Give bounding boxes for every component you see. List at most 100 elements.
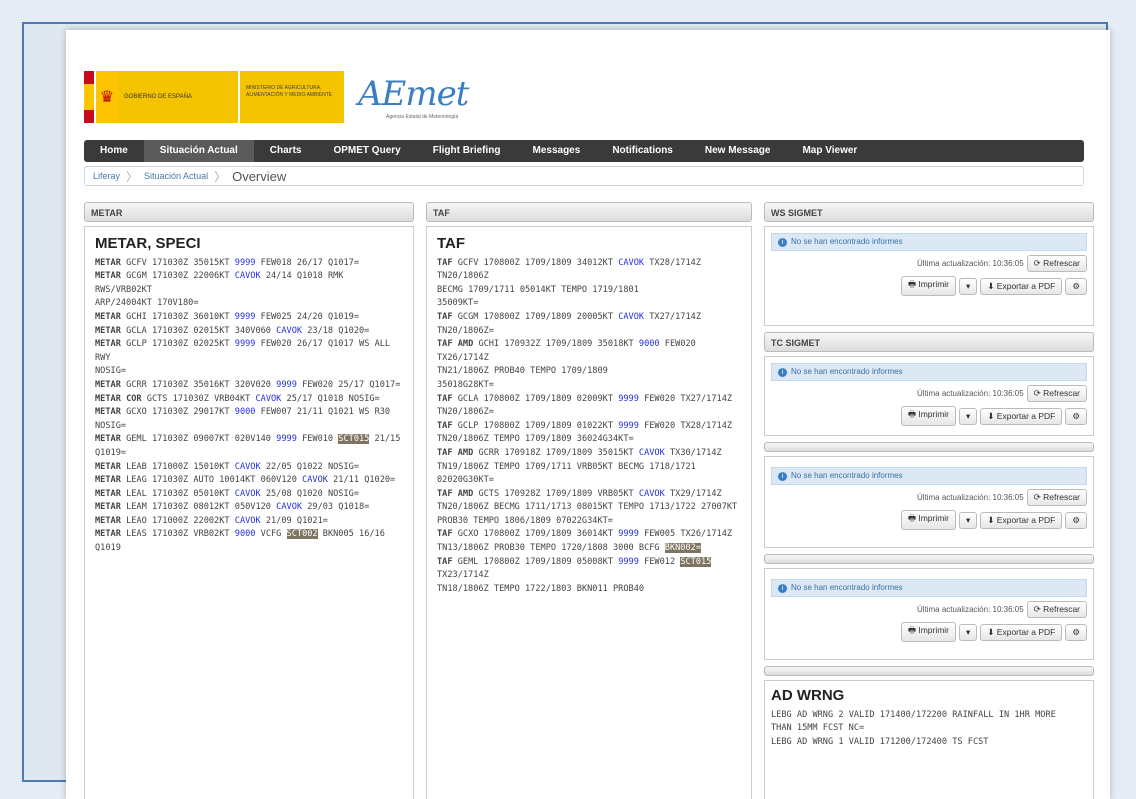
taf-line: TAF GCFV 170800Z 1709/1809 34012KT CAVOK… — [437, 257, 741, 284]
taf-line: TAF AMD GCTS 170928Z 1709/1809 VRB05KT C… — [437, 488, 741, 502]
ws-sigmet-panel: WS SIGMET i No se han encontrado informes… — [764, 202, 1094, 326]
refresh-button[interactable]: ⟳ Refrescar — [1026, 601, 1087, 618]
report-token: 24/14 — [265, 271, 292, 282]
report-token: TX27/1714Z — [649, 311, 701, 322]
taf-line: TN13/1806Z PROB30 TEMPO 1720/1808 3000 B… — [437, 542, 741, 556]
report-token: TAF — [437, 447, 453, 458]
breadcrumb-liferay[interactable]: Liferay — [93, 171, 120, 181]
report-token: 34012KT — [576, 257, 613, 268]
report-token: 02025KT — [193, 339, 230, 350]
report-token: LEAB — [126, 461, 147, 472]
report-token: Q1017= — [327, 257, 359, 268]
report-token: GEML — [457, 556, 479, 567]
report-token: TEMPO — [618, 502, 645, 513]
report-token: AMD — [457, 339, 474, 350]
taf-line: BECMG 1709/1711 05014KT TEMPO 1719/1801 — [437, 284, 741, 298]
settings-icon[interactable]: ⚙ — [1065, 623, 1087, 641]
report-token: METAR — [95, 461, 121, 472]
report-token: 9999 — [618, 556, 639, 567]
nav-map-viewer[interactable]: Map Viewer — [786, 140, 873, 162]
report-token: 171000Z — [151, 461, 189, 472]
report-token: Q1022 — [296, 461, 323, 472]
report-token: AUTO — [193, 475, 215, 486]
report-token: 05014KT — [519, 284, 557, 295]
report-token: GCRR — [478, 447, 500, 458]
metar-header: METAR — [84, 202, 414, 222]
report-token: 171030Z — [151, 502, 189, 513]
ad-wrng-line: LEBG AD WRNG 1 VALID 171200/172400 TS FC… — [771, 736, 1087, 750]
report-token: TN20/1806Z — [437, 271, 489, 282]
report-token: CAVOK — [255, 393, 282, 404]
refresh-button[interactable]: ⟳ Refrescar — [1026, 255, 1087, 272]
report-token: TEMPO — [493, 461, 520, 472]
refresh-button[interactable]: ⟳ Refrescar — [1026, 489, 1087, 506]
taf-line: TAF GCLA 170800Z 1709/1809 02009KT 9999 … — [437, 393, 741, 407]
report-token: Q1019= — [95, 447, 127, 458]
nav-charts[interactable]: Charts — [254, 140, 318, 162]
ad-wrng-line: THAN 15MM FCST NC= — [771, 722, 1087, 736]
report-token: NC= — [848, 723, 865, 734]
report-token: 02020G30KT= — [437, 475, 494, 486]
refresh-button[interactable]: ⟳ Refrescar — [1026, 385, 1087, 402]
metar-line: METAR GCLA 171030Z 02015KT 340V060 CAVOK… — [95, 325, 403, 339]
report-token: TEMPO — [530, 366, 557, 377]
report-token: TEMPO — [473, 515, 500, 526]
report-token: LEAG — [126, 475, 147, 486]
report-token: BECMG — [493, 502, 520, 513]
panel-4-info: i No se han encontrado informes — [771, 579, 1087, 597]
report-token: Q1017 — [327, 339, 354, 350]
report-token: SCT002 — [286, 529, 318, 540]
report-token: 020V140 — [234, 434, 271, 445]
print-button[interactable]: 🖶 Imprimir — [900, 510, 957, 530]
report-token: CAVOK — [234, 461, 261, 472]
metar-title: METAR, SPECI — [95, 235, 201, 252]
panel-4: i No se han encontrado informes Última ac… — [764, 554, 1094, 660]
print-dropdown-button[interactable]: ▾ — [959, 623, 978, 641]
report-token: GCHI — [126, 311, 147, 322]
print-button[interactable]: 🖶 Imprimir — [900, 406, 957, 426]
settings-icon[interactable]: ⚙ — [1065, 407, 1087, 425]
report-token: TX26/1714Z — [680, 529, 733, 540]
print-dropdown-button[interactable]: ▾ — [959, 511, 978, 529]
report-token: METAR — [95, 488, 121, 499]
print-button[interactable]: 🖶 Imprimir — [900, 622, 957, 642]
nav-messages[interactable]: Messages — [517, 140, 597, 162]
taf-line: TN20/1806Z TEMPO 1709/1809 36024G34KT= — [437, 433, 741, 447]
report-token: 02015KT — [193, 325, 230, 336]
report-token: 170932Z — [504, 339, 541, 350]
nav-notifications[interactable]: Notifications — [596, 140, 689, 162]
report-token: 01022KT — [576, 420, 613, 431]
report-token: TX26/1714Z — [437, 352, 489, 363]
report-token: 9999 — [276, 379, 297, 390]
nav-opmet-query[interactable]: OPMET Query — [317, 140, 416, 162]
coat-of-arms-icon: ♛ — [96, 71, 118, 123]
report-token: 060V120 — [260, 475, 297, 486]
aemet-logo[interactable]: AEmet Agencia Estatal de Meteorología — [358, 74, 469, 120]
settings-icon[interactable]: ⚙ — [1065, 511, 1087, 529]
report-token: 35015KT — [193, 257, 230, 268]
report-token: Q1019 — [95, 543, 121, 554]
report-token: TN20/1806Z= — [437, 407, 494, 418]
report-token: 170800Z — [483, 311, 520, 322]
report-token: VRB02KT — [193, 529, 230, 540]
export-pdf-button[interactable]: ⬇ Exportar a PDF — [980, 407, 1063, 425]
report-token: FEW007 — [260, 407, 292, 418]
export-pdf-button[interactable]: ⬇ Exportar a PDF — [980, 277, 1063, 295]
report-token: METAR — [95, 407, 121, 418]
nav-new-message[interactable]: New Message — [689, 140, 787, 162]
report-token: 9999 — [234, 339, 256, 350]
tc-sigmet-info: i No se han encontrado informes — [771, 363, 1087, 381]
export-pdf-button[interactable]: ⬇ Exportar a PDF — [980, 623, 1063, 641]
nav-home[interactable]: Home — [84, 140, 144, 162]
nav-situacion-actual[interactable]: Situación Actual — [143, 140, 254, 162]
nav-flight-briefing[interactable]: Flight Briefing — [417, 140, 517, 162]
export-pdf-button[interactable]: ⬇ Exportar a PDF — [980, 511, 1063, 529]
report-token: 1720/1808 — [561, 543, 608, 554]
breadcrumb-situacion[interactable]: Situación Actual — [144, 171, 208, 181]
print-dropdown-button[interactable]: ▾ — [959, 277, 978, 295]
report-token: 05008KT — [576, 556, 613, 567]
settings-icon[interactable]: ⚙ — [1065, 277, 1087, 295]
print-dropdown-button[interactable]: ▾ — [959, 407, 978, 425]
panel-4-header — [764, 554, 1094, 564]
print-button[interactable]: 🖶 Imprimir — [900, 276, 957, 296]
